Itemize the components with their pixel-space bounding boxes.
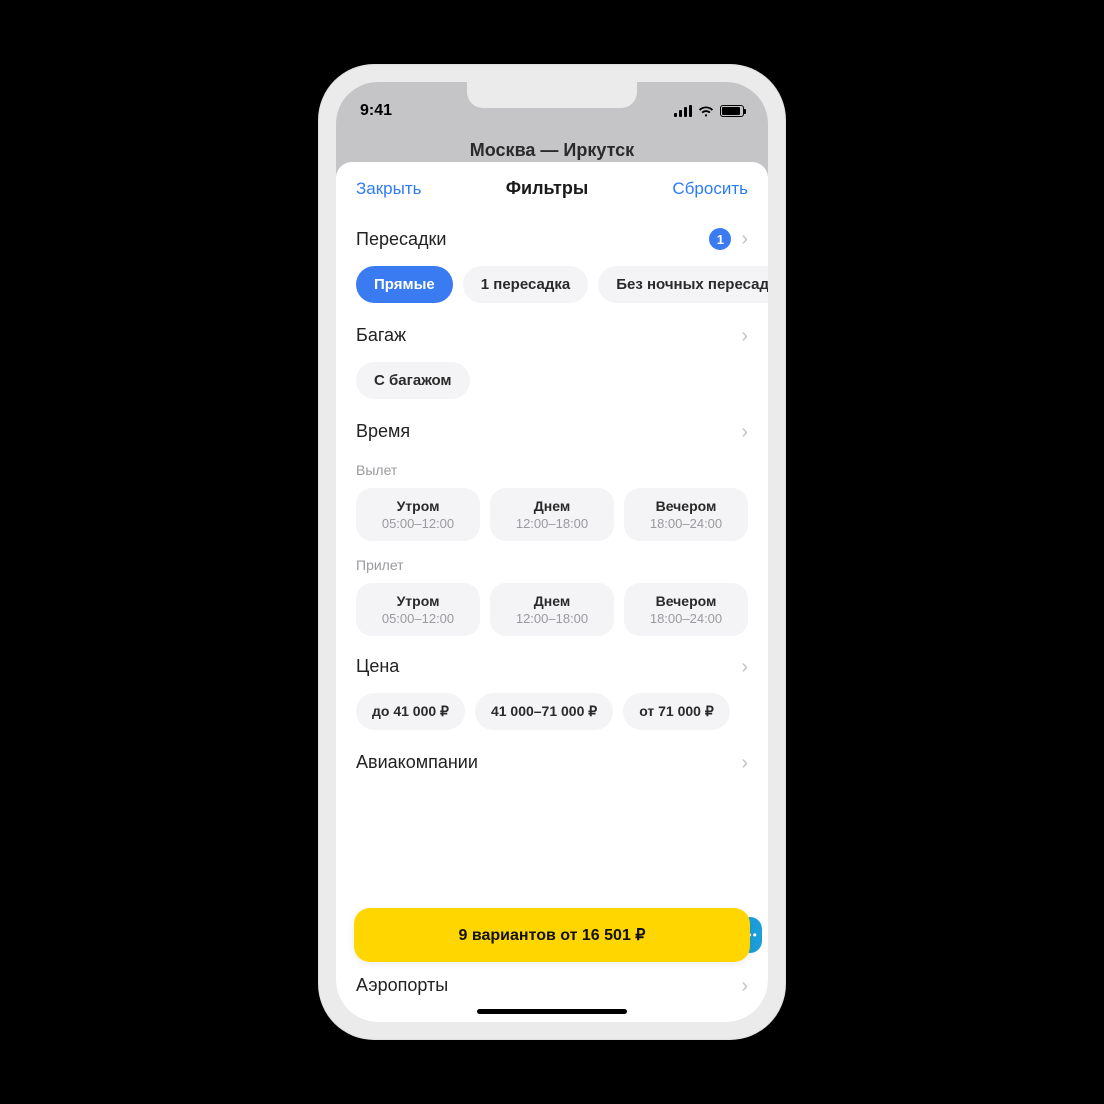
section-airports-header[interactable]: Аэропорты › bbox=[336, 961, 768, 1002]
section-price-header[interactable]: Цена › bbox=[336, 642, 768, 687]
transfers-chips: Прямые 1 пересадка Без ночных пересадок bbox=[336, 260, 768, 311]
chip-direct[interactable]: Прямые bbox=[356, 266, 453, 303]
depart-day[interactable]: Днем 12:00–18:00 bbox=[490, 488, 614, 541]
chip-one-stop[interactable]: 1 пересадка bbox=[463, 266, 588, 303]
apply-results-button[interactable]: 9 вариантов от 16 501 ₽ bbox=[354, 908, 750, 962]
chip-price-mid[interactable]: 41 000–71 000 ₽ bbox=[475, 693, 613, 730]
status-right bbox=[674, 105, 744, 117]
close-button[interactable]: Закрыть bbox=[356, 179, 421, 199]
chip-no-night[interactable]: Без ночных пересадок bbox=[598, 266, 768, 303]
arrive-morning[interactable]: Утром 05:00–12:00 bbox=[356, 583, 480, 636]
transfers-badge: 1 bbox=[709, 228, 731, 250]
chevron-right-icon: › bbox=[741, 976, 748, 996]
chevron-right-icon: › bbox=[741, 753, 748, 773]
depart-morning[interactable]: Утром 05:00–12:00 bbox=[356, 488, 480, 541]
price-chips: до 41 000 ₽ 41 000–71 000 ₽ от 71 000 ₽ bbox=[336, 687, 768, 738]
baggage-chips: С багажом bbox=[336, 356, 768, 407]
home-indicator bbox=[477, 1009, 627, 1014]
chevron-right-icon: › bbox=[741, 229, 748, 249]
section-baggage-title: Багаж bbox=[356, 325, 406, 346]
sheet-content: Пересадки 1 › Прямые 1 пересадка Без ноч… bbox=[336, 214, 768, 1022]
cellular-icon bbox=[674, 105, 692, 117]
reset-button[interactable]: Сбросить bbox=[672, 179, 748, 199]
notch bbox=[467, 82, 637, 108]
section-baggage-header[interactable]: Багаж › bbox=[336, 311, 768, 356]
chevron-right-icon: › bbox=[741, 326, 748, 346]
depart-chips: Утром 05:00–12:00 Днем 12:00–18:00 Вечер… bbox=[336, 482, 768, 547]
depart-evening[interactable]: Вечером 18:00–24:00 bbox=[624, 488, 748, 541]
section-airports-title: Аэропорты bbox=[356, 975, 448, 996]
arrive-chips: Утром 05:00–12:00 Днем 12:00–18:00 Вечер… bbox=[336, 577, 768, 642]
screen: 9:41 Москва — Иркутск Закрыть Фильтры Сб… bbox=[336, 82, 768, 1022]
arrive-subhead: Прилет bbox=[336, 547, 768, 577]
section-price-title: Цена bbox=[356, 656, 399, 677]
chevron-right-icon: › bbox=[741, 422, 748, 442]
background-nav-title: Москва — Иркутск bbox=[336, 134, 768, 163]
chip-price-low[interactable]: до 41 000 ₽ bbox=[356, 693, 465, 730]
chip-price-high[interactable]: от 71 000 ₽ bbox=[623, 693, 730, 730]
wifi-icon bbox=[698, 105, 714, 117]
section-airlines-header[interactable]: Авиакомпании › bbox=[336, 738, 768, 821]
chevron-right-icon: › bbox=[741, 657, 748, 677]
section-airlines-title: Авиакомпании bbox=[356, 752, 478, 773]
sheet-title: Фильтры bbox=[506, 178, 589, 199]
sheet-header: Закрыть Фильтры Сбросить bbox=[336, 162, 768, 213]
arrive-day[interactable]: Днем 12:00–18:00 bbox=[490, 583, 614, 636]
section-transfers-title: Пересадки bbox=[356, 229, 446, 250]
section-time-header[interactable]: Время › bbox=[336, 407, 768, 452]
depart-subhead: Вылет bbox=[336, 452, 768, 482]
arrive-evening[interactable]: Вечером 18:00–24:00 bbox=[624, 583, 748, 636]
phone-frame: 9:41 Москва — Иркутск Закрыть Фильтры Сб… bbox=[318, 64, 786, 1040]
section-transfers-header[interactable]: Пересадки 1 › bbox=[336, 214, 768, 260]
status-time: 9:41 bbox=[360, 102, 392, 120]
section-time-title: Время bbox=[356, 421, 410, 442]
filters-sheet: Закрыть Фильтры Сбросить Пересадки 1 › П… bbox=[336, 162, 768, 1022]
battery-icon bbox=[720, 105, 744, 117]
chip-with-baggage[interactable]: С багажом bbox=[356, 362, 470, 399]
